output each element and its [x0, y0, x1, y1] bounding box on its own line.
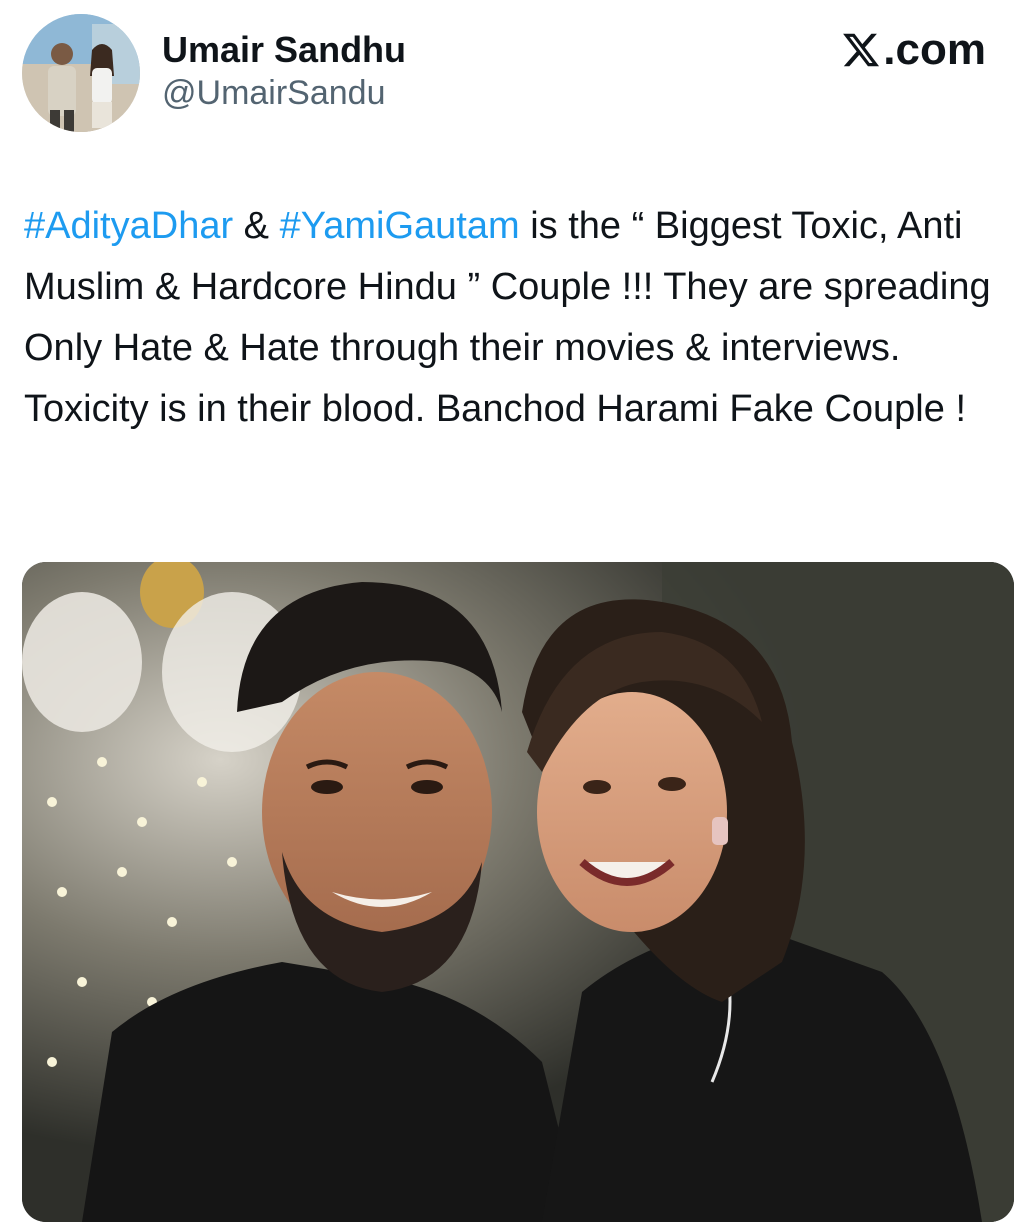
- author-handle[interactable]: @UmairSandu: [162, 72, 406, 114]
- avatar-photo: [22, 14, 140, 132]
- avatar[interactable]: [22, 14, 140, 132]
- tweet-header: Umair Sandhu @UmairSandu .com: [0, 0, 1036, 150]
- author-display-name[interactable]: Umair Sandhu: [162, 28, 406, 72]
- couple-photo: [22, 562, 1014, 1222]
- tweet-text: #AdityaDhar & #YamiGautam is the “ Bigge…: [24, 196, 1014, 440]
- x-logo-icon: [841, 30, 881, 70]
- hashtag-link[interactable]: #YamiGautam: [280, 205, 520, 247]
- tweet-media-image[interactable]: [22, 562, 1014, 1222]
- author-block[interactable]: Umair Sandhu @UmairSandu: [162, 28, 406, 114]
- brand-watermark: .com: [841, 26, 986, 74]
- hashtag-link[interactable]: #AdityaDhar: [24, 205, 233, 247]
- brand-label: .com: [883, 25, 986, 74]
- tweet-text-segment: &: [233, 205, 280, 247]
